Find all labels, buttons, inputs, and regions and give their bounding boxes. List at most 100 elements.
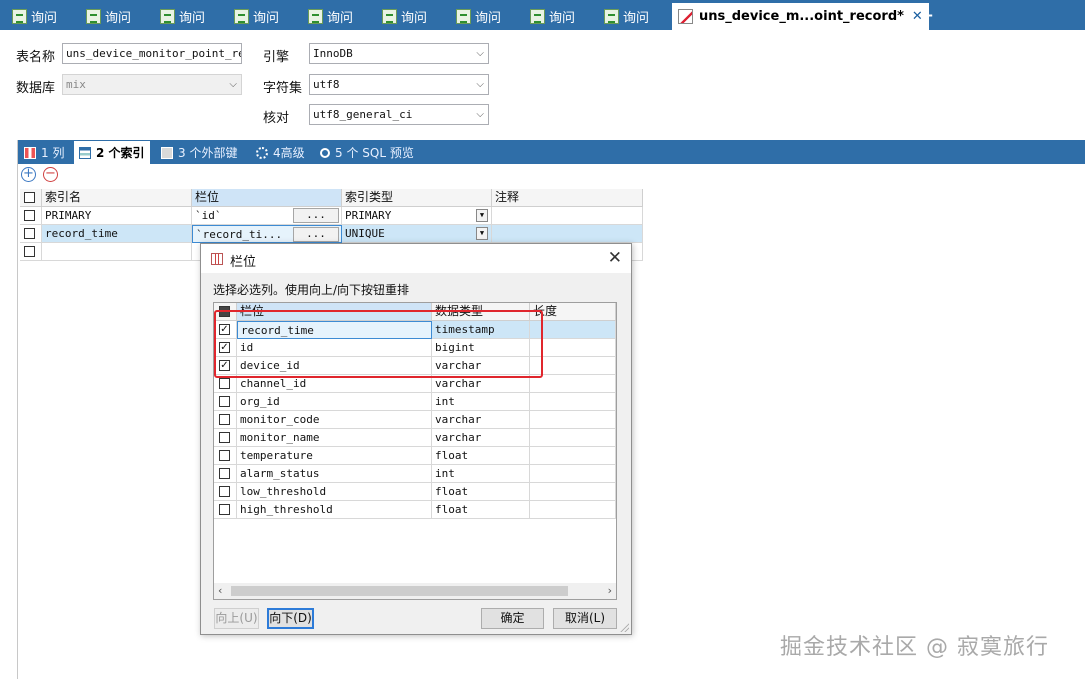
- tab-query-3[interactable]: 询问: [160, 5, 205, 27]
- engine-value: InnoDB: [313, 47, 353, 60]
- tab-query-1[interactable]: 询问: [12, 5, 57, 27]
- move-down-button[interactable]: 向下(D): [267, 608, 314, 629]
- dialog-title: 栏位: [230, 255, 257, 270]
- query-icon: [308, 8, 323, 24]
- query-icon: [604, 8, 619, 24]
- index-name-cell[interactable]: [42, 243, 192, 261]
- row-checkbox[interactable]: [24, 246, 35, 257]
- tab-foreign-keys[interactable]: 3 个外部键: [161, 142, 237, 163]
- column-name-cell[interactable]: high_threshold: [237, 501, 432, 519]
- tab-table-design[interactable]: uns_device_m...oint_record* ✕: [672, 3, 929, 30]
- tab-advanced[interactable]: 4高级: [256, 142, 305, 163]
- index-comment-cell[interactable]: [492, 225, 643, 243]
- table-name-input[interactable]: uns_device_monitor_point_record: [62, 43, 242, 64]
- table-row[interactable]: monitor_code varchar: [214, 411, 616, 429]
- header-comment[interactable]: 注释: [492, 189, 643, 207]
- index-type-cell[interactable]: UNIQUE ▼: [342, 225, 492, 243]
- header-index-name[interactable]: 索引名: [42, 189, 192, 207]
- index-type-cell[interactable]: PRIMARY ▼: [342, 207, 492, 225]
- row-checkbox-cell: [20, 243, 42, 261]
- table-row[interactable]: PRIMARY `id`... PRIMARY ▼: [20, 207, 643, 225]
- tab-indexes[interactable]: 2 个索引: [74, 141, 150, 164]
- dropdown-arrow-icon[interactable]: ▼: [476, 227, 488, 240]
- table-row[interactable]: low_threshold float: [214, 483, 616, 501]
- row-checkbox-cell: [214, 483, 237, 501]
- tab-query-4[interactable]: 询问: [234, 5, 279, 27]
- query-icon: [12, 8, 27, 24]
- edit-columns-button[interactable]: ...: [293, 227, 339, 242]
- header-columns[interactable]: 栏位: [192, 189, 342, 207]
- resize-grip-icon[interactable]: [619, 622, 629, 632]
- tab-query-9[interactable]: 询问: [604, 5, 649, 27]
- column-name-cell[interactable]: low_threshold: [237, 483, 432, 501]
- index-type-value: UNIQUE: [345, 227, 385, 240]
- column-name-cell[interactable]: monitor_name: [237, 429, 432, 447]
- scrollbar-thumb[interactable]: [231, 586, 568, 596]
- query-icon: [530, 8, 545, 24]
- ok-button[interactable]: 确定: [481, 608, 544, 629]
- close-icon[interactable]: ✕: [608, 248, 622, 268]
- table-row[interactable]: alarm_status int: [214, 465, 616, 483]
- tab-label: 询问: [253, 10, 280, 26]
- remove-index-button[interactable]: −: [43, 167, 58, 182]
- dialog-titlebar[interactable]: 栏位 ✕: [201, 244, 631, 273]
- scroll-right-icon[interactable]: ›: [608, 584, 612, 597]
- engine-select[interactable]: InnoDB ⌵: [309, 43, 489, 64]
- column-checkbox[interactable]: [219, 486, 230, 497]
- select-all-checkbox[interactable]: [24, 192, 35, 203]
- query-icon: [160, 8, 175, 24]
- dropdown-arrow-icon[interactable]: ▼: [476, 209, 488, 222]
- edit-columns-button[interactable]: ...: [293, 208, 339, 223]
- tab-sql-preview[interactable]: 5 个 SQL 预览: [320, 142, 414, 163]
- row-checkbox[interactable]: [24, 210, 35, 221]
- index-columns-cell[interactable]: `record_ti......: [192, 225, 342, 243]
- horizontal-scrollbar[interactable]: ‹ ›: [214, 583, 616, 599]
- tab-label: 询问: [401, 10, 428, 26]
- column-checkbox[interactable]: [219, 432, 230, 443]
- tab-query-6[interactable]: 询问: [382, 5, 427, 27]
- data-type-cell: float: [432, 447, 530, 465]
- column-checkbox[interactable]: [219, 450, 230, 461]
- data-type-cell: varchar: [432, 411, 530, 429]
- tab-label: 询问: [623, 10, 650, 26]
- add-index-button[interactable]: +: [21, 167, 36, 182]
- header-index-type[interactable]: 索引类型: [342, 189, 492, 207]
- move-up-button[interactable]: 向上(U): [214, 608, 259, 629]
- cancel-button[interactable]: 取消(L): [553, 608, 617, 629]
- new-tab-button[interactable]: +: [919, 5, 934, 26]
- row-checkbox[interactable]: [24, 228, 35, 239]
- column-checkbox[interactable]: [219, 396, 230, 407]
- tab-query-5[interactable]: 询问: [308, 5, 353, 27]
- index-name-cell[interactable]: PRIMARY: [42, 207, 192, 225]
- table-row[interactable]: temperature float: [214, 447, 616, 465]
- data-type-cell: float: [432, 501, 530, 519]
- tab-columns-label: 1 列: [41, 146, 65, 160]
- table-row[interactable]: record_time `record_ti...... UNIQUE ▼: [20, 225, 643, 243]
- tab-query-7[interactable]: 询问: [456, 5, 501, 27]
- index-comment-cell[interactable]: [492, 207, 643, 225]
- column-name-cell[interactable]: alarm_status: [237, 465, 432, 483]
- column-checkbox[interactable]: [219, 468, 230, 479]
- tab-query-8[interactable]: 询问: [530, 5, 575, 27]
- index-columns-cell[interactable]: `id`...: [192, 207, 342, 225]
- table-row[interactable]: high_threshold float: [214, 501, 616, 519]
- tab-columns[interactable]: 1 列: [24, 142, 64, 163]
- table-row[interactable]: org_id int: [214, 393, 616, 411]
- row-checkbox-cell: [20, 225, 42, 243]
- charset-select[interactable]: utf8 ⌵: [309, 74, 489, 95]
- designer-tabs: 1 列 2 个索引 3 个外部键 4高级 5 个 SQL 预览: [18, 140, 1085, 164]
- column-name-cell[interactable]: temperature: [237, 447, 432, 465]
- length-cell: [530, 483, 616, 501]
- column-name-cell[interactable]: monitor_code: [237, 411, 432, 429]
- tab-query-2[interactable]: 询问: [86, 5, 131, 27]
- tab-label: 询问: [105, 10, 132, 26]
- column-checkbox[interactable]: [219, 504, 230, 515]
- scroll-left-icon[interactable]: ‹: [218, 584, 222, 597]
- collation-select[interactable]: utf8_general_ci ⌵: [309, 104, 489, 125]
- column-name-cell[interactable]: org_id: [237, 393, 432, 411]
- column-checkbox[interactable]: [219, 378, 230, 389]
- index-name-cell[interactable]: record_time: [42, 225, 192, 243]
- index-columns-value: `id`: [195, 209, 222, 222]
- table-row[interactable]: monitor_name varchar: [214, 429, 616, 447]
- column-checkbox[interactable]: [219, 414, 230, 425]
